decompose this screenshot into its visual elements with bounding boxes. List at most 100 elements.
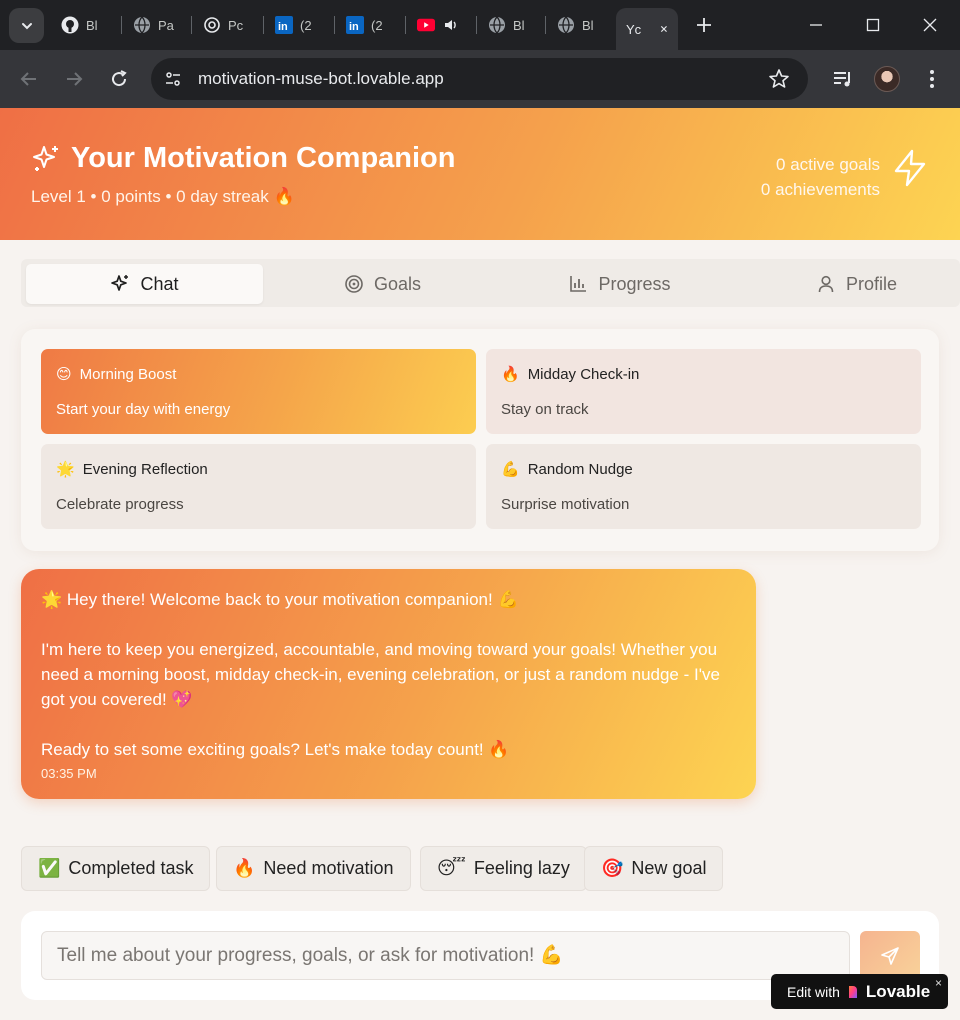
- quick-reply-label: Completed task: [68, 858, 194, 878]
- github-icon: [61, 16, 79, 34]
- browser-tab[interactable]: Bl: [482, 8, 525, 42]
- mode-card-midday-check-in[interactable]: 🔥 Midday Check-in Stay on track: [486, 349, 921, 434]
- new-tab-button[interactable]: [691, 12, 717, 38]
- sparkles-icon: [33, 145, 58, 171]
- quick-reply-label: New goal: [631, 858, 707, 878]
- star-glow-icon: 🌟: [56, 460, 75, 478]
- quick-reply-new-goal[interactable]: 🎯 New goal: [584, 846, 724, 891]
- target-icon: [345, 275, 363, 293]
- browser-tab[interactable]: in (2: [269, 8, 312, 42]
- browser-tab[interactable]: Pa: [127, 8, 174, 42]
- tab-progress[interactable]: Progress: [501, 264, 738, 304]
- message-input[interactable]: [41, 931, 850, 980]
- reload-button[interactable]: [107, 67, 131, 91]
- browser-menu-button[interactable]: [920, 67, 944, 91]
- mode-title: Morning Boost: [79, 365, 177, 383]
- browser-tab-active[interactable]: Yc: [616, 8, 678, 50]
- message-body: I'm here to keep you energized, accounta…: [41, 640, 720, 709]
- openai-icon: [203, 16, 221, 34]
- forward-button[interactable]: [62, 67, 86, 91]
- tab-chat[interactable]: Chat: [26, 264, 263, 304]
- quick-reply-label: Need motivation: [263, 858, 394, 878]
- achievements-count: 0 achievements: [760, 180, 880, 199]
- mode-subtitle: Start your day with energy: [56, 401, 231, 418]
- mode-title: Random Nudge: [527, 460, 633, 478]
- browser-tab[interactable]: Pc: [197, 8, 243, 42]
- send-button[interactable]: [860, 931, 920, 980]
- lovable-heart-icon: [848, 985, 857, 998]
- edit-with-lovable-badge[interactable]: Edit with Lovable ×: [771, 974, 948, 1009]
- profile-avatar[interactable]: [874, 66, 900, 92]
- star-icon[interactable]: [768, 68, 790, 90]
- bot-message-bubble: 🌟 Hey there! Welcome back to your motiva…: [21, 569, 756, 799]
- sleepy-face-icon: 😴: [437, 858, 466, 879]
- user-level-stats: Level 1 • 0 points • 0 day streak 🔥: [31, 187, 295, 206]
- close-tab-icon[interactable]: [660, 23, 668, 35]
- flexed-arm-icon: 💪: [501, 460, 520, 478]
- browser-tab[interactable]: Bl: [551, 8, 594, 42]
- main-tabs: Chat Goals Progress Profile: [21, 259, 960, 307]
- svg-text:in: in: [349, 21, 359, 33]
- tab-label: Progress: [598, 273, 671, 294]
- browser-tab[interactable]: in (2: [340, 8, 383, 42]
- lightning-icon: [894, 149, 926, 187]
- playlist-icon: [834, 72, 850, 87]
- message-timestamp: 03:35 PM: [41, 766, 97, 781]
- svg-text:in: in: [278, 21, 288, 33]
- tab-search-button[interactable]: [9, 8, 44, 43]
- quick-reply-need-motivation[interactable]: 🔥 Need motivation: [216, 846, 411, 891]
- browser-tab[interactable]: Bl: [55, 8, 98, 42]
- send-icon: [881, 946, 899, 965]
- tab-title: (2: [371, 17, 383, 33]
- tab-profile[interactable]: Profile: [738, 264, 960, 304]
- mode-subtitle: Celebrate progress: [56, 496, 184, 513]
- sparkles-icon: [111, 275, 129, 291]
- quick-reply-feeling-lazy[interactable]: 😴 Feeling lazy: [420, 846, 587, 891]
- arrow-left-icon: [20, 72, 36, 86]
- target-icon: 🎯: [601, 858, 624, 879]
- media-control-button[interactable]: [831, 67, 855, 91]
- badge-close-button[interactable]: ×: [935, 976, 942, 990]
- tab-label: Chat: [140, 273, 179, 294]
- tab-label: Profile: [845, 273, 898, 294]
- back-button[interactable]: [17, 67, 41, 91]
- tab-title: Bl: [582, 17, 594, 33]
- badge-brand: Lovable: [865, 981, 931, 1001]
- mode-card-random-nudge[interactable]: 💪 Random Nudge Surprise motivation: [486, 444, 921, 529]
- motivation-mode-panel: 😊 Morning Boost Start your day with energ…: [21, 329, 939, 551]
- mode-card-evening-reflection[interactable]: 🌟 Evening Reflection Celebrate progress: [41, 444, 476, 529]
- maximize-icon: [866, 18, 880, 32]
- quick-reply-completed-task[interactable]: ✅ Completed task: [21, 846, 211, 891]
- mode-subtitle: Stay on track: [501, 401, 589, 418]
- fire-icon: 🔥: [501, 365, 520, 383]
- close-window-button[interactable]: [917, 12, 943, 38]
- tab-title: Bl: [86, 17, 98, 33]
- site-info-icon[interactable]: [161, 67, 185, 91]
- chevron-down-icon: [21, 22, 32, 29]
- globe-icon: [488, 16, 506, 34]
- address-bar[interactable]: motivation-muse-bot.lovable.app: [151, 58, 808, 100]
- app-title: Your Motivation Companion: [31, 142, 456, 175]
- tab-title: Pc: [228, 17, 244, 33]
- more-vertical-icon: [930, 70, 934, 88]
- linkedin-icon: in: [275, 16, 293, 34]
- minimize-button[interactable]: [803, 12, 829, 38]
- mode-card-morning-boost[interactable]: 😊 Morning Boost Start your day with energ…: [41, 349, 476, 434]
- message-greeting: 🌟 Hey there! Welcome back to your motiva…: [41, 590, 519, 609]
- globe-icon: [133, 16, 151, 34]
- tab-goals[interactable]: Goals: [264, 264, 501, 304]
- speaker-icon[interactable]: [442, 16, 460, 34]
- header-banner: Your Motivation Companion Level 1 • 0 po…: [0, 108, 960, 240]
- youtube-icon: [417, 16, 435, 34]
- tab-title: (2: [300, 17, 312, 33]
- close-icon: [923, 18, 937, 32]
- arrow-right-icon: [67, 72, 83, 86]
- mode-subtitle: Surprise motivation: [501, 496, 630, 513]
- browser-tab[interactable]: [411, 8, 460, 42]
- globe-icon: [557, 16, 575, 34]
- mode-title: Evening Reflection: [82, 460, 208, 478]
- url-text: motivation-muse-bot.lovable.app: [198, 69, 444, 88]
- maximize-button[interactable]: [860, 12, 886, 38]
- browser-toolbar: motivation-muse-bot.lovable.app: [0, 50, 960, 108]
- active-goals-count: 0 active goals: [776, 155, 880, 174]
